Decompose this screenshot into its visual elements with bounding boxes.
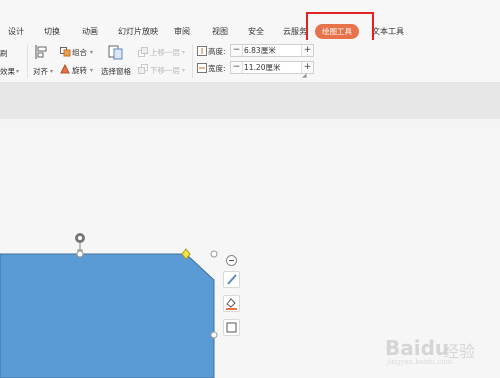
watermark-brand: Baidu — [385, 336, 450, 360]
align-icon[interactable] — [34, 44, 48, 60]
group-icon[interactable] — [60, 47, 71, 57]
height-label: 高度: — [208, 47, 226, 56]
tab-slideshow[interactable]: 幻灯片放映 — [118, 26, 158, 38]
tab-review[interactable]: 审阅 — [174, 26, 190, 38]
dialog-launcher-icon[interactable]: ◢ — [302, 72, 307, 79]
format-painter-label[interactable]: 刷 — [0, 48, 8, 59]
tab-design[interactable]: 设计 — [8, 26, 24, 38]
align-button[interactable]: 对齐 — [33, 66, 48, 77]
bring-forward-icon[interactable] — [138, 47, 149, 57]
resize-handle-top[interactable] — [76, 250, 84, 258]
selection-pane-icon[interactable] — [108, 45, 123, 60]
rotate-button[interactable]: 旋转 — [72, 65, 87, 76]
rotate-icon[interactable] — [60, 64, 71, 74]
width-decrease-button[interactable]: − — [231, 62, 243, 73]
ribbon-separator — [27, 44, 28, 78]
selection-pane-button[interactable]: 选择窗格 — [101, 66, 131, 77]
height-icon — [197, 46, 207, 56]
tab-text-tools[interactable]: 文本工具 — [372, 26, 404, 38]
effects-label[interactable]: 效果 — [0, 66, 15, 77]
pen-style-icon — [227, 274, 237, 285]
send-backward-icon[interactable] — [138, 64, 149, 74]
fill-bucket-button[interactable] — [223, 295, 240, 312]
resize-handle-top-right[interactable] — [210, 250, 218, 258]
height-decrease-button[interactable]: − — [231, 45, 243, 56]
ribbon-separator — [192, 44, 193, 78]
tab-security[interactable]: 安全 — [248, 26, 264, 38]
shape-frame-button[interactable] — [223, 319, 240, 336]
watermark-url: jingyan.baidu.com — [387, 358, 453, 366]
zoom-out-icon[interactable] — [226, 255, 237, 266]
tab-view[interactable]: 视图 — [212, 26, 228, 38]
send-backward-caret-icon[interactable]: ▾ — [182, 65, 185, 74]
rotate-caret-icon[interactable]: ▾ — [90, 65, 93, 74]
bring-forward-button[interactable]: 上移一层 — [150, 47, 180, 58]
width-label: 宽度: — [208, 64, 226, 73]
bring-forward-caret-icon[interactable]: ▾ — [182, 47, 185, 56]
tab-animation[interactable]: 动画 — [82, 26, 98, 38]
group-button[interactable]: 组合 — [72, 47, 87, 58]
height-input[interactable] — [244, 45, 300, 56]
baidu-watermark: Baidu 经验 jingyan.baidu.com — [385, 330, 495, 370]
width-input[interactable] — [244, 62, 300, 73]
toolbar-strip — [0, 83, 500, 119]
rotate-handle-icon[interactable] — [73, 231, 87, 245]
shape-frame-icon — [226, 322, 237, 333]
send-backward-button[interactable]: 下移一层 — [150, 65, 180, 76]
height-stepper: − + — [230, 44, 314, 57]
effects-caret-icon[interactable]: ▾ — [16, 66, 19, 75]
align-caret-icon[interactable]: ▾ — [50, 66, 53, 75]
width-icon — [197, 63, 207, 73]
tab-cloud-service[interactable]: 云服务 — [283, 26, 307, 38]
fill-bucket-icon — [226, 298, 237, 310]
height-increase-button[interactable]: + — [301, 45, 313, 56]
resize-handle-right[interactable] — [210, 331, 218, 339]
tab-transition[interactable]: 切换 — [44, 26, 60, 38]
pen-style-button[interactable] — [223, 271, 240, 288]
selected-shape[interactable] — [0, 228, 222, 378]
group-caret-icon[interactable]: ▾ — [90, 47, 93, 56]
ribbon-tab-bar: 设计 切换 动画 幻灯片放映 审阅 视图 安全 云服务 绘图工具 文本工具 — [0, 0, 500, 40]
